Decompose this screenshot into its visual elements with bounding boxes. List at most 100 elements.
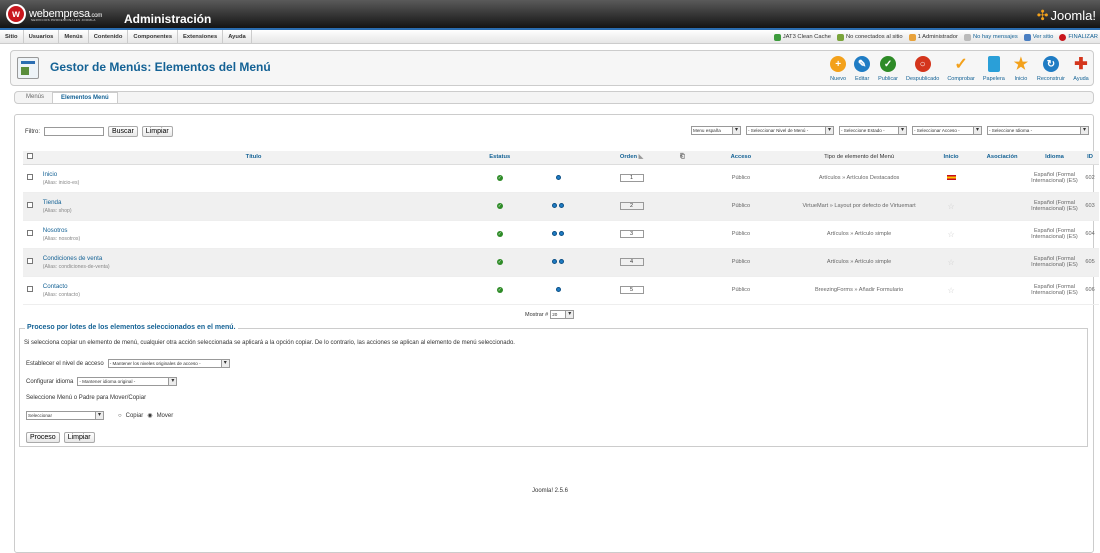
menu-contenido[interactable]: Contenido [89, 29, 129, 44]
help-label: Ayuda [1073, 76, 1089, 82]
col-status[interactable]: Estatus [470, 151, 530, 165]
move-up-icon[interactable] [552, 258, 558, 264]
home-button[interactable]: ★ Inicio [1009, 53, 1033, 82]
limit-select[interactable]: 20 [550, 310, 575, 319]
menu-sitio[interactable]: Sitio [0, 29, 24, 44]
star-icon[interactable]: ☆ [947, 258, 954, 267]
checkin-button[interactable]: ✓ Comprobar [943, 53, 979, 82]
move-radio-icon[interactable]: ◉ [147, 412, 152, 419]
row-checkbox[interactable] [26, 258, 33, 264]
language-select[interactable]: - Seleccione Idioma - [987, 126, 1089, 135]
tab-menu-items[interactable]: Elementos Menú [52, 92, 118, 103]
online-label: No conectados al sitio [845, 34, 903, 40]
select-all-checkbox[interactable] [26, 153, 33, 160]
col-home[interactable]: Inicio [925, 151, 977, 165]
process-button[interactable]: Proceso [26, 432, 60, 443]
filter-input[interactable] [44, 127, 104, 136]
admins-label: 1 Administrador [917, 34, 958, 40]
move-up-icon[interactable] [555, 286, 561, 292]
row-checkbox[interactable] [26, 202, 33, 208]
view-site-link[interactable]: Ver sitio [1023, 33, 1053, 41]
move-down-icon[interactable] [559, 258, 565, 264]
tab-menus[interactable]: Menús [18, 92, 52, 103]
level-select[interactable]: - Seleccionar Nivel de Menú - [746, 126, 834, 135]
batch-move-select[interactable]: Seleccionar [26, 411, 104, 420]
help-button[interactable]: ✚ Ayuda [1069, 53, 1093, 82]
new-button[interactable]: + Nuevo [826, 53, 850, 82]
copy-label: Copiar [125, 412, 144, 419]
order-input[interactable]: 2 [619, 202, 644, 210]
copy-radio-icon[interactable]: ○ [118, 413, 122, 419]
edit-button[interactable]: ✎ Editar [850, 53, 874, 82]
item-access: Público [689, 164, 793, 193]
menu-componentes[interactable]: Componentes [128, 29, 179, 44]
col-order[interactable]: Orden ◣ [587, 151, 676, 165]
published-icon[interactable]: ✓ [496, 231, 503, 237]
published-icon[interactable]: ✓ [496, 175, 503, 181]
move-down-icon[interactable] [555, 174, 561, 180]
published-icon[interactable]: ✓ [496, 203, 503, 209]
logout-link[interactable]: FINALIZAR [1059, 33, 1098, 41]
spain-flag-icon[interactable] [946, 174, 956, 180]
home-label: Inicio [1014, 76, 1028, 82]
access-select[interactable]: - Seleccionar Acceso - [912, 126, 982, 135]
messages-label: No hay mensajes [972, 34, 1018, 40]
order-input[interactable]: 4 [619, 258, 644, 266]
item-title-link[interactable]: Condiciones de venta [43, 255, 471, 262]
clear-button[interactable]: Limpiar [141, 126, 173, 137]
online-status: No conectados al sitio [836, 33, 903, 41]
move-up-icon[interactable] [552, 230, 558, 236]
edit-icon: ✎ [854, 56, 871, 72]
toolbar-buttons: + Nuevo ✎ Editar ✓ Publicar ○ Despublicado ✓… [826, 53, 1093, 82]
row-checkbox[interactable] [26, 230, 33, 236]
published-icon[interactable]: ✓ [496, 287, 503, 293]
publish-icon: ✓ [880, 56, 897, 72]
move-down-icon[interactable] [559, 202, 565, 208]
item-title-link[interactable]: Inicio [43, 171, 471, 178]
webempresa-logo[interactable]: w webempresa.com SERVICIOS PROFESIONALES… [6, 4, 102, 24]
item-alias: (Alias: inicio-es) [42, 179, 80, 186]
menu-select[interactable]: Menu españa [691, 126, 741, 135]
menu-ayuda[interactable]: Ayuda [223, 29, 252, 44]
joomla-logo: ✣ Joomla! [1037, 7, 1096, 24]
unpublish-button[interactable]: ○ Despublicado [902, 53, 943, 82]
move-up-icon[interactable] [552, 202, 558, 208]
move-down-icon[interactable] [559, 230, 565, 236]
col-language[interactable]: Idioma [1027, 151, 1082, 165]
order-input[interactable]: 1 [619, 174, 644, 182]
col-association[interactable]: Asociación [976, 151, 1028, 165]
search-button[interactable]: Buscar [108, 126, 138, 137]
menu-usuarios[interactable]: Usuarios [24, 29, 60, 44]
main-menu-bar: Sitio Usuarios Menús Contenido Component… [0, 29, 1100, 44]
clean-cache-link[interactable]: JAT3 Clean Cache [773, 33, 831, 41]
row-checkbox[interactable] [26, 286, 33, 292]
order-input[interactable]: 5 [619, 286, 644, 294]
batch-language-select[interactable]: - Mantener idioma original - [77, 377, 178, 386]
col-access[interactable]: Acceso [689, 151, 793, 165]
item-title-link[interactable]: Contacto [43, 283, 471, 290]
col-id[interactable]: ID [1081, 151, 1099, 165]
star-icon[interactable]: ☆ [947, 230, 954, 239]
item-id: 605 [1081, 248, 1099, 277]
messages-link[interactable]: No hay mensajes [963, 33, 1018, 41]
menu-extensiones[interactable]: Extensiones [178, 29, 224, 44]
save-order-icon[interactable]: ⎗ [680, 154, 685, 160]
batch-access-select[interactable]: - Mantener los niveles originales de acc… [107, 359, 230, 368]
item-title-link[interactable]: Tienda [43, 199, 471, 206]
order-input[interactable]: 3 [619, 230, 644, 238]
row-checkbox[interactable] [26, 174, 33, 180]
batch-legend: Proceso por lotes de los elementos selec… [25, 324, 238, 331]
item-title-link[interactable]: Nosotros [43, 227, 471, 234]
rebuild-button[interactable]: ↻ Reconstruir [1033, 53, 1069, 82]
col-title[interactable]: Título [36, 151, 471, 165]
state-select[interactable]: - Seleccione Estado - [839, 126, 907, 135]
star-icon[interactable]: ☆ [947, 202, 954, 211]
published-icon[interactable]: ✓ [496, 259, 503, 265]
cache-icon [773, 33, 781, 41]
batch-clear-button[interactable]: Limpiar [63, 432, 95, 443]
menu-menus[interactable]: Menús [59, 29, 89, 44]
edit-label: Editar [854, 76, 870, 82]
trash-button[interactable]: Papelera [979, 53, 1009, 82]
publish-button[interactable]: ✓ Publicar [874, 53, 902, 82]
star-icon[interactable]: ☆ [947, 286, 954, 295]
